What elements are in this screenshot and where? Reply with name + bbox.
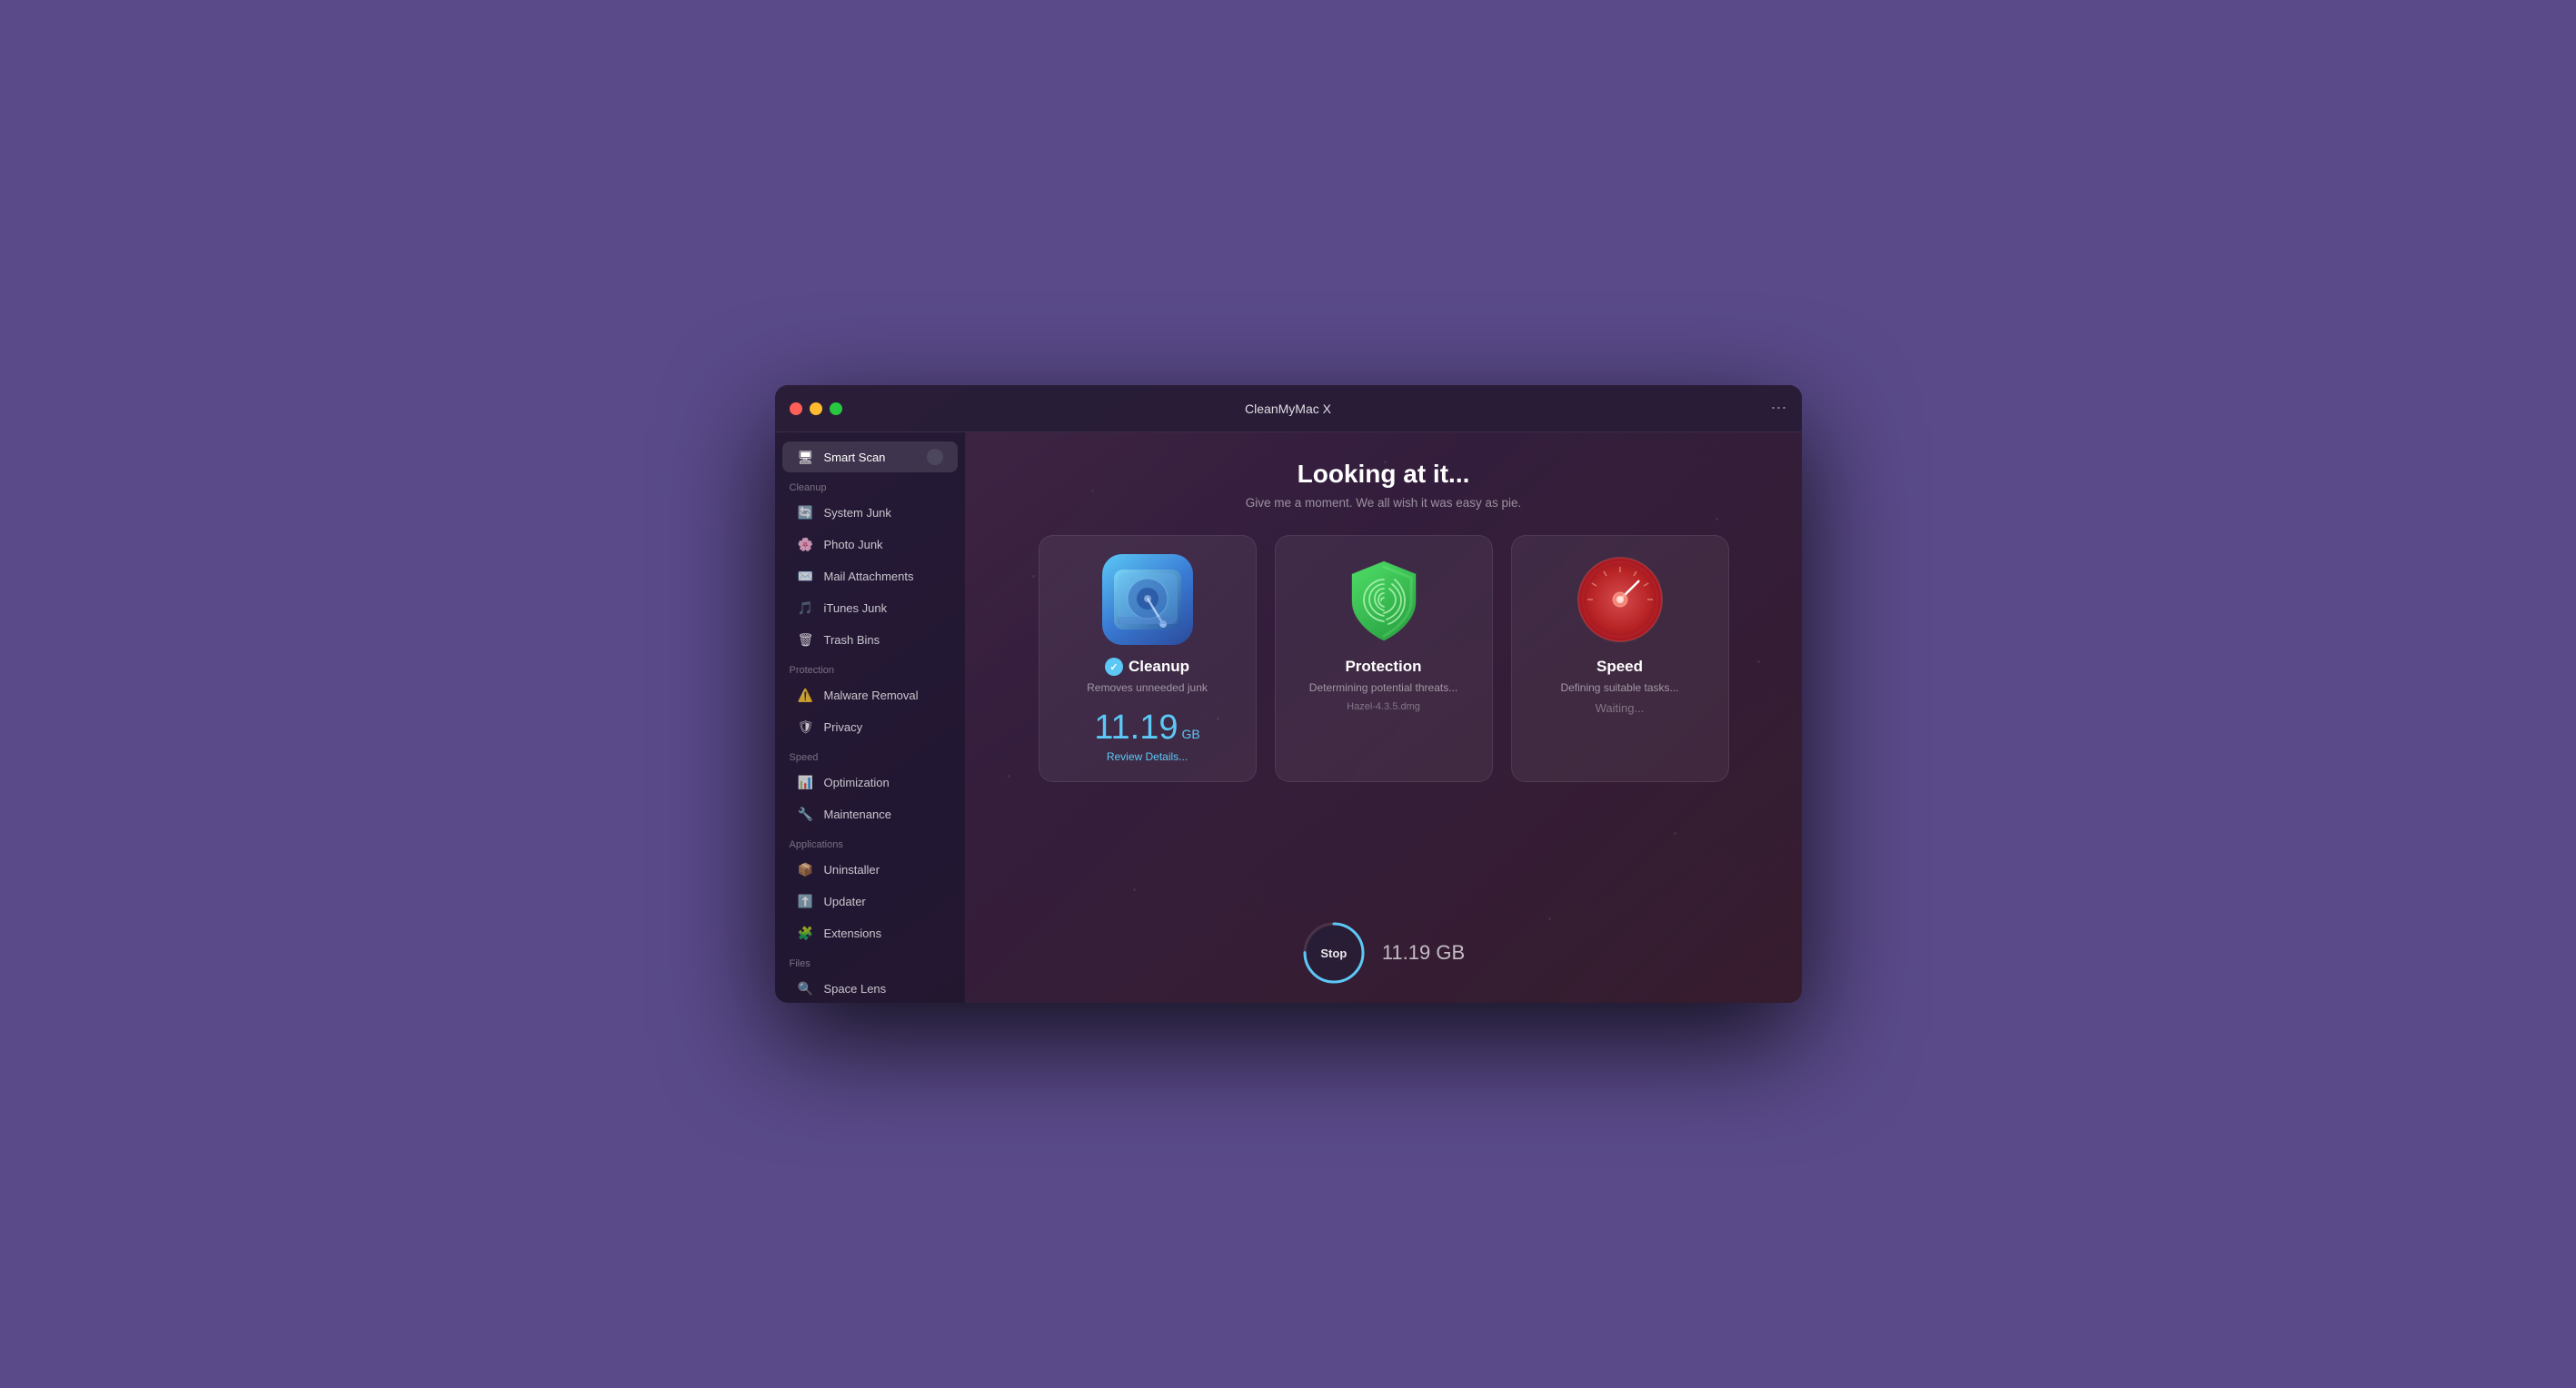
main-title: Looking at it...: [1298, 460, 1470, 489]
speed-section-label: Speed: [775, 743, 965, 767]
uninstaller-icon: 📦: [797, 860, 815, 878]
smart-scan-icon: 🖥: [797, 448, 815, 466]
review-details-link[interactable]: Review Details...: [1107, 750, 1188, 763]
sidebar-item-itunes-junk[interactable]: 🎵 iTunes Junk: [782, 592, 958, 623]
titlebar: CleanMyMac X ⋯: [775, 385, 1802, 432]
sidebar-item-extensions[interactable]: 🧩 Extensions: [782, 917, 958, 948]
app-title: CleanMyMac X: [1245, 402, 1331, 416]
stop-button-container[interactable]: Stop: [1302, 921, 1366, 985]
itunes-icon: 🎵: [797, 599, 815, 617]
sidebar-item-label: Mail Attachments: [824, 570, 914, 583]
main-subtitle: Give me a moment. We all wish it was eas…: [1246, 496, 1522, 510]
speed-card-title: Speed: [1596, 658, 1643, 676]
cleanup-unit: GB: [1182, 727, 1200, 741]
sidebar-item-label: Photo Junk: [824, 538, 883, 551]
protection-card-title: Protection: [1345, 658, 1421, 676]
sidebar-item-updater[interactable]: ⬆️ Updater: [782, 886, 958, 917]
sidebar-item-label: Space Lens: [824, 982, 887, 996]
maintenance-icon: 🔧: [797, 805, 815, 823]
sidebar-item-label: Malware Removal: [824, 689, 919, 702]
sidebar-item-maintenance[interactable]: 🔧 Maintenance: [782, 798, 958, 829]
sidebar-item-trash-bins[interactable]: 🗑 Trash Bins: [782, 624, 958, 655]
smart-scan-badge: [927, 449, 943, 465]
protection-card-desc: Determining potential threats...: [1309, 681, 1457, 694]
sidebar-item-label: Optimization: [824, 776, 890, 789]
sidebar-item-uninstaller[interactable]: 📦 Uninstaller: [782, 854, 958, 885]
sidebar-item-label: Trash Bins: [824, 633, 880, 647]
speed-card-desc: Defining suitable tasks...: [1560, 681, 1678, 694]
maximize-button[interactable]: [830, 402, 842, 415]
gb-display: 11.19 GB: [1382, 941, 1465, 965]
sidebar: 🖥 Smart Scan Cleanup 🔄 System Junk 🌸 Pho…: [775, 432, 966, 1003]
protection-card: Protection Determining potential threats…: [1275, 535, 1493, 782]
content-area: 🖥 Smart Scan Cleanup 🔄 System Junk 🌸 Pho…: [775, 432, 1802, 1003]
mail-icon: ✉️: [797, 567, 815, 585]
minimize-button[interactable]: [810, 402, 822, 415]
updater-icon: ⬆️: [797, 892, 815, 910]
applications-section-label: Applications: [775, 830, 965, 854]
cleanup-number: 11.19: [1094, 710, 1178, 745]
disk-icon-svg: [1107, 559, 1189, 640]
sidebar-item-label: Updater: [824, 895, 866, 908]
sidebar-item-label: Uninstaller: [824, 863, 880, 877]
speedometer-icon-svg: [1575, 554, 1666, 645]
sidebar-item-malware-removal[interactable]: ⚠️ Malware Removal: [782, 679, 958, 710]
main-content: Looking at it... Give me a moment. We al…: [966, 432, 1802, 1003]
sidebar-item-photo-junk[interactable]: 🌸 Photo Junk: [782, 529, 958, 560]
sidebar-item-label: Maintenance: [824, 808, 891, 821]
privacy-icon: 🛡: [797, 718, 815, 736]
shield-icon-svg: [1338, 554, 1429, 645]
protection-card-icon: [1338, 554, 1429, 645]
sidebar-item-label: Privacy: [824, 720, 863, 734]
sidebar-item-label: iTunes Junk: [824, 601, 888, 615]
sidebar-item-mail-attachments[interactable]: ✉️ Mail Attachments: [782, 560, 958, 591]
cleanup-card: ✓ Cleanup Removes unneeded junk 11.19 GB…: [1039, 535, 1257, 782]
trash-icon: 🗑: [797, 630, 815, 649]
stop-button[interactable]: Stop: [1307, 926, 1361, 980]
malware-icon: ⚠️: [797, 686, 815, 704]
extensions-icon: 🧩: [797, 924, 815, 942]
cleanup-card-title: ✓ Cleanup: [1105, 658, 1189, 676]
sidebar-item-label: Smart Scan: [824, 451, 886, 464]
traffic-lights: [790, 402, 842, 415]
close-button[interactable]: [790, 402, 802, 415]
photo-junk-icon: 🌸: [797, 535, 815, 553]
speed-card: Speed Defining suitable tasks... Waiting…: [1511, 535, 1729, 782]
protection-section-label: Protection: [775, 656, 965, 679]
protection-card-sub: Hazel-4.3.5.dmg: [1347, 701, 1420, 712]
sidebar-item-label: System Junk: [824, 506, 891, 520]
sidebar-item-optimization[interactable]: 📊 Optimization: [782, 767, 958, 798]
space-lens-icon: 🔍: [797, 979, 815, 997]
bottom-bar: Stop 11.19 GB: [1302, 921, 1465, 985]
system-junk-icon: 🔄: [797, 503, 815, 521]
cleanup-check-icon: ✓: [1105, 658, 1123, 676]
cleanup-card-icon: [1102, 554, 1193, 645]
cleanup-section-label: Cleanup: [775, 473, 965, 497]
app-window: CleanMyMac X ⋯ 🖥 Smart Scan Cleanup 🔄 Sy…: [775, 385, 1802, 1003]
files-section-label: Files: [775, 949, 965, 973]
sidebar-item-space-lens[interactable]: 🔍 Space Lens: [782, 973, 958, 1003]
speed-waiting: Waiting...: [1596, 701, 1645, 715]
speed-card-icon: [1575, 554, 1666, 645]
cleanup-card-desc: Removes unneeded junk: [1087, 681, 1208, 694]
optimization-icon: 📊: [797, 773, 815, 791]
cards-row: ✓ Cleanup Removes unneeded junk 11.19 GB…: [1039, 535, 1729, 782]
sidebar-item-system-junk[interactable]: 🔄 System Junk: [782, 497, 958, 528]
more-options[interactable]: ⋯: [1771, 399, 1787, 418]
sidebar-item-smart-scan[interactable]: 🖥 Smart Scan: [782, 441, 958, 472]
sidebar-item-label: Extensions: [824, 927, 882, 940]
sidebar-item-privacy[interactable]: 🛡 Privacy: [782, 711, 958, 742]
